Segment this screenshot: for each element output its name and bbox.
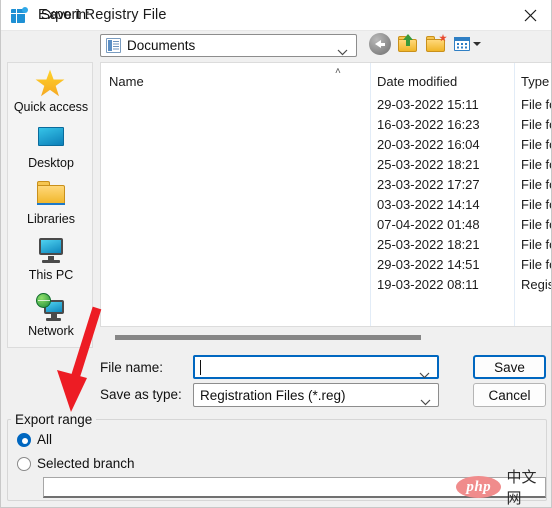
table-cell-type[interactable]: File fo: [521, 237, 551, 252]
export-range-title: Export range: [11, 412, 97, 427]
selected-branch-input[interactable]: [43, 477, 546, 498]
close-icon[interactable]: [507, 0, 551, 31]
table-cell-date-modified[interactable]: 25-03-2022 18:21: [377, 237, 480, 252]
table-cell-type[interactable]: File fo: [521, 97, 551, 112]
save-button[interactable]: Save: [473, 355, 546, 379]
save-as-type-value: Registration Files (*.reg): [200, 387, 346, 403]
create-new-folder-icon[interactable]: [425, 33, 447, 55]
radio-label-selected-branch: Selected branch: [37, 456, 135, 471]
radio-export-all[interactable]: All: [17, 432, 52, 447]
horizontal-scrollbar[interactable]: [100, 331, 551, 345]
sidebar-item-label: Quick access: [13, 100, 89, 114]
file-list[interactable]: ˄ Name Date modified Type 29-03-2022 15:…: [100, 62, 551, 327]
sidebar-item-label: Desktop: [28, 156, 74, 170]
sidebar-item-this-pc[interactable]: This PC: [8, 231, 94, 287]
sidebar-item-quick-access[interactable]: Quick access: [8, 63, 94, 119]
sidebar-item-network[interactable]: Network: [8, 287, 94, 343]
column-header-type[interactable]: Type: [521, 74, 549, 89]
save-in-label: Save in:: [41, 7, 90, 22]
table-cell-type[interactable]: File fo: [521, 197, 551, 212]
table-cell-date-modified[interactable]: 03-03-2022 14:14: [377, 197, 480, 212]
sidebar-item-libraries[interactable]: Libraries: [8, 175, 94, 231]
table-cell-type[interactable]: Regis: [521, 277, 551, 292]
chevron-down-icon[interactable]: [419, 366, 430, 384]
chevron-down-icon[interactable]: [420, 393, 431, 411]
registry-editor-icon: [11, 6, 28, 24]
column-header-name[interactable]: Name: [109, 74, 144, 89]
table-cell-date-modified[interactable]: 29-03-2022 14:51: [377, 257, 480, 272]
table-cell-date-modified[interactable]: 19-03-2022 08:11: [377, 277, 479, 292]
sidebar-item-desktop[interactable]: Desktop: [8, 119, 94, 175]
column-header-date-modified[interactable]: Date modified: [377, 74, 457, 89]
radio-export-selected-branch[interactable]: Selected branch: [17, 456, 135, 471]
views-dropdown-caret-icon[interactable]: [473, 42, 481, 46]
text-cursor: [200, 360, 201, 375]
table-cell-date-modified[interactable]: 29-03-2022 15:11: [377, 97, 479, 112]
table-cell-date-modified[interactable]: 20-03-2022 16:04: [377, 137, 480, 152]
table-cell-date-modified[interactable]: 07-04-2022 01:48: [377, 217, 480, 232]
table-cell-type[interactable]: File fo: [521, 157, 551, 172]
file-name-input[interactable]: [193, 355, 439, 379]
column-separator: [370, 63, 371, 326]
table-cell-type[interactable]: File fo: [521, 117, 551, 132]
radio-icon-selected[interactable]: [17, 432, 31, 447]
table-cell-type[interactable]: File fo: [521, 177, 551, 192]
star-icon: [35, 69, 67, 97]
network-globe-icon: [35, 293, 67, 321]
table-cell-date-modified[interactable]: 23-03-2022 17:27: [377, 177, 480, 192]
column-separator: [514, 63, 515, 326]
desktop-icon: [35, 125, 67, 153]
documents-folder-icon: [106, 38, 121, 53]
export-registry-file-dialog: Export Registry File Save in: Documents: [0, 0, 552, 508]
sidebar-item-label: Network: [28, 324, 74, 338]
file-dialog-toolbar: [369, 33, 481, 55]
up-one-level-icon[interactable]: [397, 33, 419, 55]
this-pc-monitor-icon: [35, 237, 67, 265]
sort-ascending-icon: ˄: [335, 66, 341, 77]
file-name-label: File name:: [100, 360, 164, 375]
table-cell-type[interactable]: File fo: [521, 257, 551, 272]
sidebar-item-label: This PC: [28, 268, 74, 282]
libraries-folder-icon: [35, 181, 67, 209]
table-cell-type[interactable]: File fo: [521, 217, 551, 232]
views-grid-icon[interactable]: [453, 33, 481, 55]
save-in-value: Documents: [127, 38, 196, 53]
places-bar: Quick access Desktop Libraries This PC N…: [7, 62, 93, 348]
horizontal-scrollbar-thumb[interactable]: [115, 335, 421, 340]
chevron-down-icon: [337, 43, 348, 61]
radio-label-all: All: [37, 432, 53, 447]
table-cell-date-modified[interactable]: 25-03-2022 18:21: [377, 157, 480, 172]
save-as-type-label: Save as type:: [100, 387, 182, 402]
save-in-combobox[interactable]: Documents: [100, 34, 357, 57]
cancel-button[interactable]: Cancel: [473, 383, 546, 407]
table-cell-date-modified[interactable]: 16-03-2022 16:23: [377, 117, 480, 132]
back-arrow-icon[interactable]: [369, 33, 391, 55]
radio-icon-unselected[interactable]: [17, 456, 31, 471]
table-cell-type[interactable]: File fo: [521, 137, 551, 152]
save-as-type-combobox[interactable]: Registration Files (*.reg): [193, 383, 439, 407]
sidebar-item-label: Libraries: [27, 212, 75, 226]
